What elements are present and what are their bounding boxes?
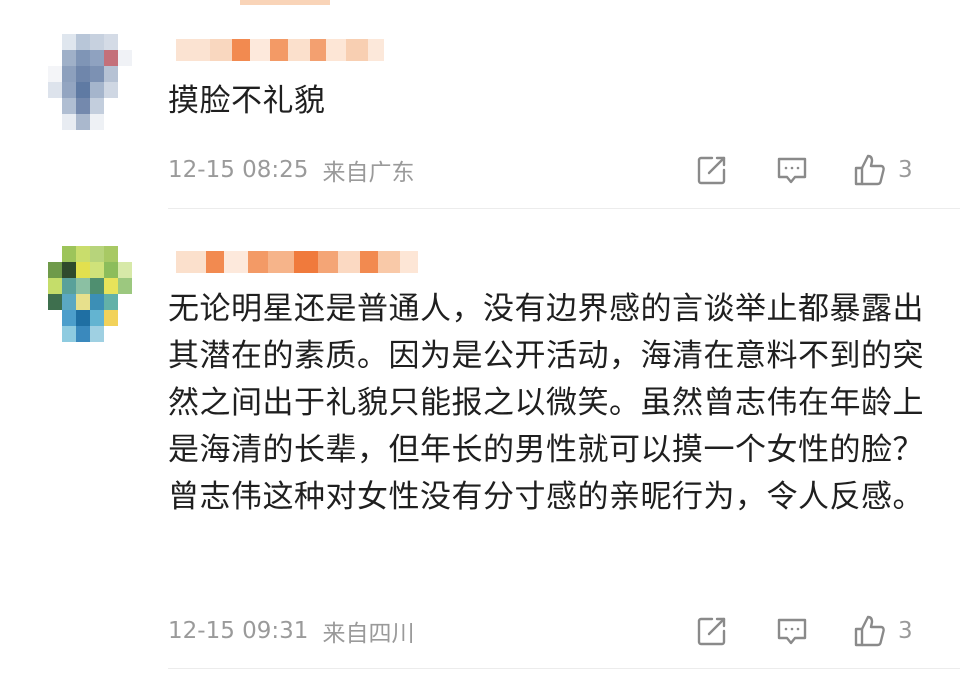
thumbs-up-icon[interactable] bbox=[850, 611, 890, 651]
comment-time: 12-15 08:25 bbox=[168, 157, 309, 183]
thumbs-up-icon[interactable] bbox=[850, 150, 890, 190]
share-edit-icon[interactable] bbox=[692, 150, 732, 190]
comment-divider bbox=[168, 668, 960, 669]
comment-bubble-icon[interactable] bbox=[772, 150, 812, 190]
comment-location: 来自广东 bbox=[322, 160, 415, 186]
avatar[interactable] bbox=[48, 34, 132, 130]
comment-actions: 3 bbox=[692, 150, 913, 190]
username-blurred[interactable] bbox=[176, 242, 418, 282]
like-count: 3 bbox=[898, 618, 913, 644]
avatar[interactable] bbox=[48, 246, 132, 342]
comment-bubble-icon[interactable] bbox=[772, 611, 812, 651]
comment-text: 无论明星还是普通人，没有边界感的言谈举止都暴露出其潜在的素质。因为是公开活动，海… bbox=[168, 291, 924, 515]
username-blurred[interactable] bbox=[176, 30, 384, 70]
share-edit-icon[interactable] bbox=[692, 611, 732, 651]
comment-meta: 12-15 09:31 来自四川 bbox=[168, 611, 414, 651]
comment-time: 12-15 09:31 bbox=[168, 618, 309, 644]
comment-text: 摸脸不礼貌 bbox=[168, 83, 326, 119]
comment-actions: 3 bbox=[692, 611, 913, 651]
like-count: 3 bbox=[898, 157, 913, 183]
blurred-username-remnant bbox=[240, 0, 330, 5]
comment-location: 来自四川 bbox=[322, 621, 415, 647]
comment-divider bbox=[168, 208, 960, 209]
comment-meta: 12-15 08:25 来自广东 bbox=[168, 150, 414, 190]
